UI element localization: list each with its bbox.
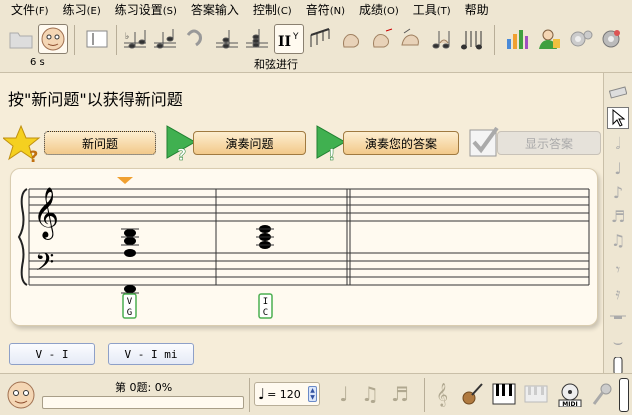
volume-slider[interactable] xyxy=(619,378,629,412)
chord-voicing-icon[interactable] xyxy=(458,24,488,54)
guitar-icon[interactable] xyxy=(458,380,486,408)
flat-note-interval-icon[interactable]: ♭ xyxy=(120,24,150,54)
open-folder-icon[interactable] xyxy=(6,24,36,54)
whole-rest-icon[interactable] xyxy=(607,307,629,329)
rhythm-hand-icon[interactable] xyxy=(336,24,366,54)
tempo-control[interactable]: ♩ = 120 ▲ ▼ xyxy=(254,382,320,406)
menu-tools[interactable]: 工具(T) xyxy=(406,0,458,22)
staff-panel: 𝄞 𝄢 V G I C xyxy=(10,168,598,326)
new-question-button[interactable]: 新问题 xyxy=(44,131,156,155)
menu-notes[interactable]: 音符(N) xyxy=(299,0,352,22)
exercise-name-label: 和弦进行 xyxy=(254,58,298,71)
chord-label-1: V G xyxy=(122,293,137,319)
sixteenth-notes-icon[interactable]: ♬ xyxy=(386,380,414,408)
chord-label-1-name: G xyxy=(127,308,132,318)
thirtysecond-note-icon[interactable]: ♫ xyxy=(607,229,629,251)
menu-exercise-settings[interactable]: 练习设置(S) xyxy=(108,0,184,22)
eighth-note-icon[interactable]: ♪ xyxy=(607,181,629,203)
microphone-icon[interactable] xyxy=(588,380,616,408)
teacher-avatar-icon xyxy=(6,380,36,410)
brace-icon xyxy=(17,188,28,286)
chord-label-2-name: C xyxy=(263,308,268,318)
preferences-gear-icon[interactable] xyxy=(596,24,626,54)
quarter-note-icon: ♩ xyxy=(258,385,266,403)
sixteenth-note-icon[interactable]: ♬ xyxy=(607,205,629,227)
svg-text:?: ? xyxy=(177,145,186,164)
interval-notes-icon[interactable] xyxy=(150,24,180,54)
menu-scores[interactable]: 成绩(O) xyxy=(352,0,406,22)
user-icon[interactable] xyxy=(534,24,564,54)
rhythm-notes-icon[interactable] xyxy=(426,24,456,54)
chord-label-2: I C xyxy=(258,293,273,319)
rhythm-tap-icon[interactable] xyxy=(396,24,426,54)
chord-progression-tool-icon[interactable]: II Y xyxy=(274,24,304,54)
show-answer-button[interactable]: 显示答案 xyxy=(497,131,601,155)
chord-label-2-roman: I xyxy=(263,297,268,307)
quarter-note-icon[interactable]: ♩ xyxy=(607,157,629,179)
settings-gears-icon[interactable] xyxy=(566,24,596,54)
svg-text:!: ! xyxy=(328,145,335,164)
teacher-face-icon[interactable] xyxy=(38,24,68,54)
menu-answer-input[interactable]: 答案输入 xyxy=(184,0,246,22)
treble-clef-icon: 𝄞 xyxy=(33,187,59,240)
dotted-rest-icon[interactable]: 𝄿 xyxy=(607,283,629,305)
instruction-text: 按"新问题"以获得新问题 xyxy=(8,90,183,109)
tempo-value: = 120 xyxy=(267,387,301,401)
menu-control[interactable]: 控制(C) xyxy=(246,0,299,22)
tie-icon[interactable]: ⌣ xyxy=(607,331,629,353)
bass-staff-lines xyxy=(29,252,589,286)
card-icon[interactable] xyxy=(82,24,112,54)
clef-instrument-icon[interactable]: 𝄞 xyxy=(428,380,456,408)
score-label: 第 0题: 0% xyxy=(115,381,173,394)
rest-icon[interactable]: 𝄾 xyxy=(607,259,629,281)
chord-label-1-roman: V xyxy=(127,297,133,307)
play-answer-button[interactable]: 演奏您的答案 xyxy=(343,131,459,155)
keyboard-disabled-icon[interactable] xyxy=(522,380,550,408)
menu-file[interactable]: 文件(F) xyxy=(4,0,56,22)
chord-notes-icon[interactable] xyxy=(212,24,242,54)
chord-2-notes[interactable] xyxy=(256,225,274,249)
rhythm-hand-2-icon[interactable] xyxy=(366,24,396,54)
star-question-icon: ? xyxy=(1,124,43,166)
svg-text:♭: ♭ xyxy=(125,32,129,42)
pointer-cursor-icon[interactable] xyxy=(607,107,629,129)
ear-training-icon[interactable] xyxy=(180,24,210,54)
eraser-icon[interactable] xyxy=(607,81,629,103)
eighth-notes-icon[interactable]: ♫ xyxy=(356,380,384,408)
grand-staff[interactable]: 𝄞 𝄢 V G I C xyxy=(11,169,599,327)
svg-text:Y: Y xyxy=(292,32,299,42)
status-bar: 第 0题: 0% ♩ = 120 ▲ ▼ ♩ ♫ ♬ 𝄞 MIDI xyxy=(0,373,632,415)
tempo-spinner-icon[interactable]: ▲ ▼ xyxy=(308,386,317,402)
bass-clef-icon: 𝄢 xyxy=(35,248,54,283)
treble-staff-lines xyxy=(29,188,589,222)
menu-bar: 文件(F) 练习(E) 练习设置(S) 答案输入 控制(C) 音符(N) 成绩(… xyxy=(0,0,632,21)
statistics-chart-icon[interactable] xyxy=(502,24,532,54)
menu-help[interactable]: 帮助 xyxy=(458,0,496,22)
svg-text:?: ? xyxy=(29,147,38,164)
answer-button-v-i-mi[interactable]: V - I mi xyxy=(108,343,194,365)
progression-tool-text: II xyxy=(278,34,291,50)
exercise-time-label: 6 s xyxy=(30,57,45,68)
quarter-note-icon[interactable]: ♩ xyxy=(330,380,358,408)
menu-exercise[interactable]: 练习(E) xyxy=(56,0,108,22)
answer-button-v-i[interactable]: V - I xyxy=(9,343,95,365)
midi-icon[interactable]: MIDI xyxy=(556,380,584,408)
svg-text:MIDI: MIDI xyxy=(562,401,577,407)
chord-stack-icon[interactable] xyxy=(242,24,272,54)
play-question-button[interactable]: 演奏问题 xyxy=(193,131,306,155)
toolbar: ♭ II Y 6 s 和弦进行 xyxy=(0,21,632,73)
progress-bar xyxy=(42,396,244,409)
notes-palette: 𝅗𝅥 ♩ ♪ ♬ ♫ 𝄾 𝄿 ⌣ xyxy=(603,73,632,375)
scale-icon[interactable] xyxy=(306,24,336,54)
insertion-marker-icon xyxy=(117,177,133,184)
half-note-icon[interactable]: 𝅗𝅥 xyxy=(607,133,629,155)
piano-keys-icon[interactable] xyxy=(490,380,518,408)
